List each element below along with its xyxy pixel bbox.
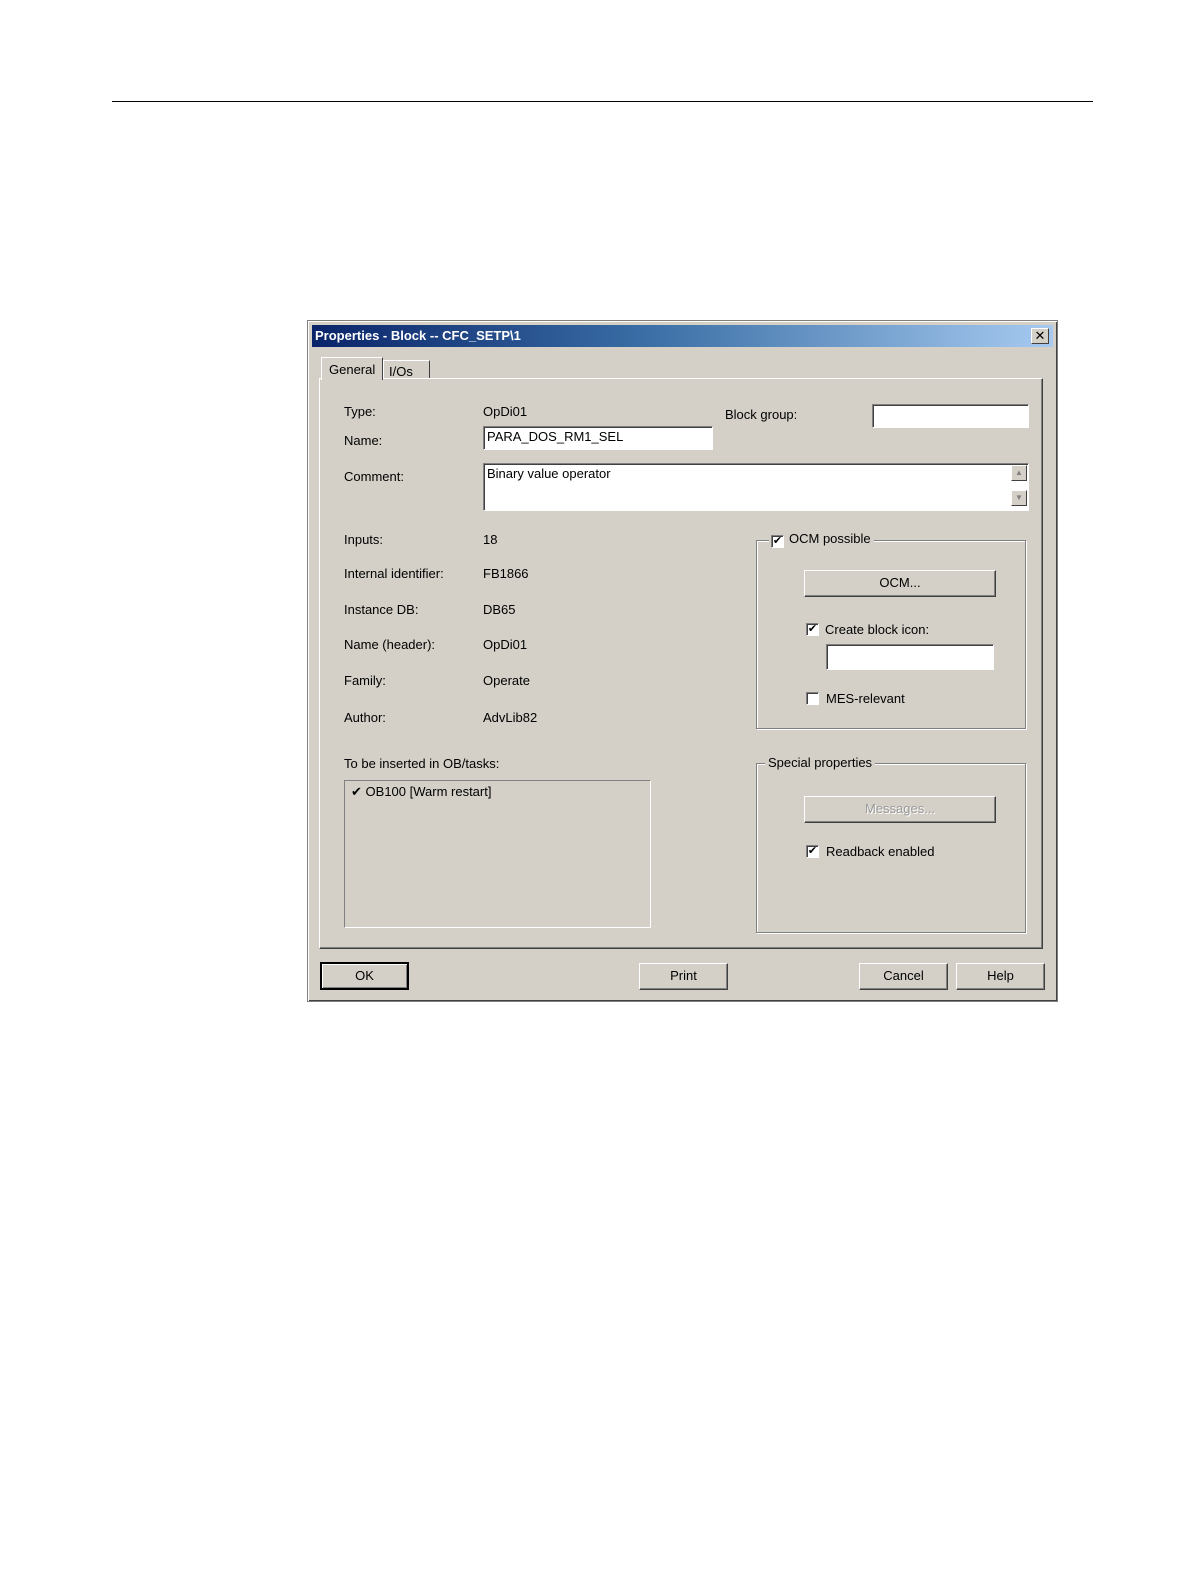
- list-item[interactable]: ✔ OB100 [Warm restart]: [351, 784, 491, 800]
- type-value: OpDi01: [483, 404, 528, 419]
- instance-db-label: Instance DB:: [344, 602, 419, 617]
- comment-scroll-down-button[interactable]: ▼: [1011, 490, 1027, 506]
- dialog-title: Properties - Block -- CFC_SETP\1: [315, 328, 521, 343]
- family-value: Operate: [483, 673, 530, 688]
- author-label: Author:: [344, 710, 386, 725]
- comment-textarea[interactable]: Binary value operator ▲ ▼: [483, 463, 1029, 511]
- help-button[interactable]: Help: [956, 963, 1045, 990]
- mes-relevant-checkbox[interactable]: [806, 692, 819, 705]
- name-input[interactable]: PARA_DOS_RM1_SEL: [483, 426, 713, 450]
- general-tab-panel: Type: OpDi01 Name: PARA_DOS_RM1_SEL Bloc…: [319, 378, 1043, 949]
- checkmark-icon: ✔: [351, 784, 362, 799]
- ocm-button[interactable]: OCM...: [804, 570, 996, 597]
- ocm-possible-label[interactable]: OCM possible: [789, 531, 871, 546]
- close-icon: ✕: [1034, 328, 1046, 343]
- ocm-button-label: OCM...: [879, 575, 921, 590]
- print-button-label: Print: [670, 968, 697, 983]
- ob-tasks-list[interactable]: ✔ OB100 [Warm restart]: [344, 780, 651, 928]
- comment-value: Binary value operator: [487, 466, 611, 481]
- block-group-input[interactable]: [872, 404, 1029, 428]
- ocm-group: ✔ OCM possible OCM... ✔ Create block icon…: [756, 531, 1026, 729]
- tab-general-label: General: [329, 362, 376, 377]
- readback-enabled-label[interactable]: Readback enabled: [826, 844, 934, 859]
- block-group-label: Block group:: [725, 407, 798, 422]
- print-button[interactable]: Print: [639, 963, 728, 990]
- inputs-label: Inputs:: [344, 532, 384, 547]
- comment-scroll-up-button[interactable]: ▲: [1011, 465, 1027, 481]
- mes-relevant-label[interactable]: MES-relevant: [826, 691, 905, 706]
- block-icon-input[interactable]: [826, 644, 994, 670]
- help-button-label: Help: [987, 968, 1014, 983]
- ok-button[interactable]: OK: [320, 962, 409, 990]
- name-label: Name:: [344, 433, 383, 448]
- tab-ios-label: I/Os: [389, 364, 413, 379]
- create-block-icon-checkbox[interactable]: ✔: [806, 623, 819, 636]
- cancel-button-label: Cancel: [883, 968, 924, 983]
- internal-identifier-label: Internal identifier:: [344, 566, 444, 581]
- author-value: AdvLib82: [483, 710, 538, 725]
- ok-button-label: OK: [355, 968, 374, 983]
- comment-label: Comment:: [344, 469, 404, 484]
- inputs-value: 18: [483, 532, 498, 547]
- special-properties-group: Special properties Messages... ✔ Readbac…: [756, 755, 1026, 933]
- name-input-value: PARA_DOS_RM1_SEL: [487, 429, 624, 444]
- name-header-value: OpDi01: [483, 637, 528, 652]
- close-button[interactable]: ✕: [1031, 328, 1049, 344]
- ocm-possible-checkbox[interactable]: ✔: [771, 535, 784, 548]
- tab-ios[interactable]: I/Os: [383, 360, 430, 379]
- cancel-button[interactable]: Cancel: [859, 963, 948, 990]
- ob-tasks-label: To be inserted in OB/tasks:: [344, 756, 500, 771]
- name-header-label: Name (header):: [344, 637, 436, 652]
- ocm-possible-legend: ✔ OCM possible: [769, 531, 874, 548]
- family-label: Family:: [344, 673, 386, 688]
- create-block-icon-label[interactable]: Create block icon:: [825, 622, 929, 637]
- tab-general[interactable]: General: [321, 357, 383, 380]
- readback-enabled-checkbox[interactable]: ✔: [806, 845, 819, 858]
- scroll-up-icon: ▲: [1015, 468, 1023, 477]
- messages-button-label: Messages...: [864, 801, 936, 816]
- instance-db-value: DB65: [483, 602, 516, 617]
- messages-button[interactable]: Messages...: [804, 796, 996, 823]
- special-properties-legend: Special properties: [765, 755, 876, 770]
- properties-dialog: Properties - Block -- CFC_SETP\1 ✕ Gener…: [307, 320, 1058, 1002]
- page-header-rule: [112, 101, 1093, 102]
- scroll-down-icon: ▼: [1015, 493, 1023, 502]
- internal-identifier-value: FB1866: [483, 566, 529, 581]
- title-bar[interactable]: Properties - Block -- CFC_SETP\1 ✕: [312, 325, 1053, 347]
- type-label: Type:: [344, 404, 376, 419]
- list-item-label: OB100 [Warm restart]: [365, 784, 492, 799]
